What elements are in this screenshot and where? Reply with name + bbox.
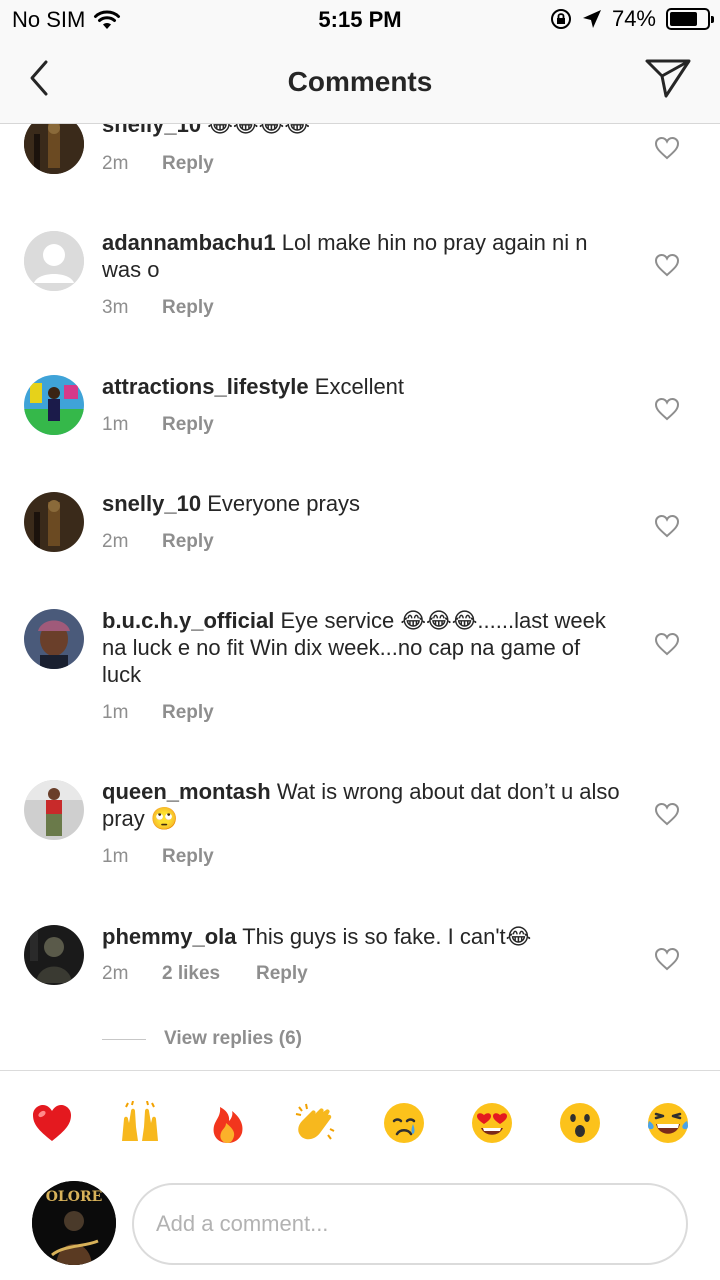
divider [102,1038,146,1040]
comment-username[interactable]: attractions_lifestyle [102,374,309,399]
comment-composer: OLORE [0,1181,720,1271]
avatar[interactable] [24,609,84,669]
reply-button[interactable]: Reply [256,963,308,985]
reply-button[interactable]: Reply [162,846,214,868]
avatar[interactable] [24,780,84,840]
page-title: Comments [287,66,433,97]
laughing-tears-emoji-icon[interactable] [646,1101,690,1145]
like-heart-icon[interactable] [654,947,680,971]
fire-emoji-icon[interactable] [206,1101,250,1145]
comment-text: This guys is so fake. I can't😂 [242,924,532,949]
my-avatar[interactable]: OLORE [32,1181,116,1265]
quick-reactions-bar: OLORE [0,1070,720,1280]
likes-count[interactable]: 2 likes [162,963,256,985]
comment-time: 2m [102,153,129,174]
orientation-lock-icon [550,9,571,29]
heart-emoji-icon[interactable] [30,1101,74,1145]
comment-username[interactable]: snelly_10 [102,491,201,516]
like-heart-icon[interactable] [654,514,680,538]
battery-icon [666,8,714,30]
reply-button[interactable]: Reply [162,297,214,319]
like-heart-icon[interactable] [654,632,680,656]
add-comment-input[interactable] [132,1183,688,1265]
like-heart-icon[interactable] [654,136,680,160]
comment-text: Everyone prays [207,491,361,516]
surprised-face-emoji-icon[interactable] [558,1101,602,1145]
avatar[interactable] [24,492,84,552]
reply-button[interactable]: Reply [162,414,214,436]
view-replies-label: View replies (6) [164,1028,302,1049]
avatar[interactable] [24,375,84,435]
view-replies-button[interactable]: View replies (6) [102,1028,302,1050]
heart-eyes-emoji-icon[interactable] [470,1101,514,1145]
like-heart-icon[interactable] [654,253,680,277]
avatar[interactable] [24,925,84,985]
reply-button[interactable]: Reply [162,702,214,724]
battery-percent: 74% [611,6,656,31]
reply-button[interactable]: Reply [162,153,214,175]
like-heart-icon[interactable] [654,802,680,826]
comment-time: 2m [102,963,129,984]
comment-time: 1m [102,414,129,435]
comment-text: Excellent [314,374,405,399]
comment-time: 1m [102,702,129,723]
reply-button[interactable]: Reply [162,531,214,553]
header: Comments [0,40,720,124]
location-arrow-icon [582,10,601,28]
comments-list[interactable]: snelly_10 😂😂😂😂 2m Reply adannambachu1 Lo… [0,0,720,1070]
comment-username[interactable]: phemmy_ola [102,924,237,949]
comment-username[interactable]: b.u.c.h.y_official [102,608,274,633]
direct-send-icon[interactable] [644,56,692,100]
crying-face-emoji-icon[interactable] [382,1101,426,1145]
comment-time: 3m [102,297,129,318]
avatar[interactable] [24,231,84,291]
raised-hands-emoji-icon[interactable] [118,1101,162,1145]
comment-time: 2m [102,531,129,552]
avatar-logo-text: OLORE [46,1189,103,1205]
comment-time: 1m [102,846,129,867]
like-heart-icon[interactable] [654,397,680,421]
clapping-hands-emoji-icon[interactable] [294,1101,338,1145]
comment-username[interactable]: adannambachu1 [102,230,276,255]
comment-username[interactable]: queen_montash [102,779,271,804]
battery-level [670,12,697,26]
status-bar: No SIM 5:15 PM 74% [0,0,720,40]
